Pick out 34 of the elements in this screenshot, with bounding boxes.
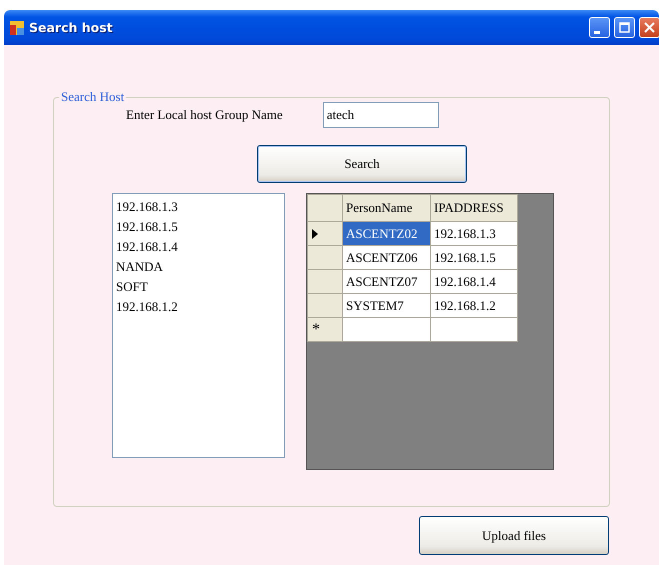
table-cell[interactable]: SYSTEM7 bbox=[342, 294, 430, 318]
close-button[interactable] bbox=[639, 17, 659, 38]
row-header bbox=[308, 194, 342, 222]
table-cell[interactable] bbox=[430, 318, 518, 342]
table-cell[interactable]: 192.168.1.5 bbox=[430, 246, 518, 270]
list-item[interactable]: 192.168.1.2 bbox=[116, 297, 178, 317]
window-title: Search host bbox=[29, 20, 113, 35]
list-item[interactable]: NANDA bbox=[116, 257, 163, 277]
new-row-marker: * bbox=[312, 320, 320, 338]
table-cell[interactable]: ASCENTZ07 bbox=[342, 270, 430, 294]
table-cell[interactable]: 192.168.1.2 bbox=[430, 294, 518, 318]
group-name-field[interactable]: atech bbox=[322, 102, 439, 128]
table-cell[interactable] bbox=[342, 318, 430, 342]
field-label: Enter Local host Group Name bbox=[126, 107, 283, 123]
list-item[interactable]: 192.168.1.5 bbox=[116, 217, 178, 237]
minimize-icon bbox=[594, 30, 600, 34]
column-header[interactable]: PersonName bbox=[342, 194, 430, 222]
table-cell[interactable]: ASCENTZ02 bbox=[342, 222, 430, 246]
maximize-button[interactable] bbox=[614, 17, 635, 38]
minimize-button[interactable] bbox=[589, 17, 610, 38]
row-header[interactable] bbox=[308, 222, 342, 246]
column-header[interactable]: IPADDRESS bbox=[430, 194, 518, 222]
table-cell[interactable]: 192.168.1.4 bbox=[430, 270, 518, 294]
table-cell[interactable]: 192.168.1.3 bbox=[430, 222, 518, 246]
host-list[interactable]: 192.168.1.3 192.168.1.5 192.168.1.4 NANDA SOFT 192.168.1.2 bbox=[112, 193, 285, 458]
maximize-icon bbox=[619, 22, 630, 33]
list-item[interactable]: 192.168.1.4 bbox=[116, 237, 178, 257]
list-item[interactable]: 192.168.1.3 bbox=[116, 197, 178, 217]
table-cell[interactable]: ASCENTZ06 bbox=[342, 246, 430, 270]
app-icon bbox=[9, 20, 25, 36]
list-item[interactable]: SOFT bbox=[116, 277, 148, 297]
search-button[interactable]: Search bbox=[257, 145, 467, 183]
upload-button[interactable]: Upload files bbox=[419, 516, 609, 555]
close-icon bbox=[644, 22, 655, 33]
